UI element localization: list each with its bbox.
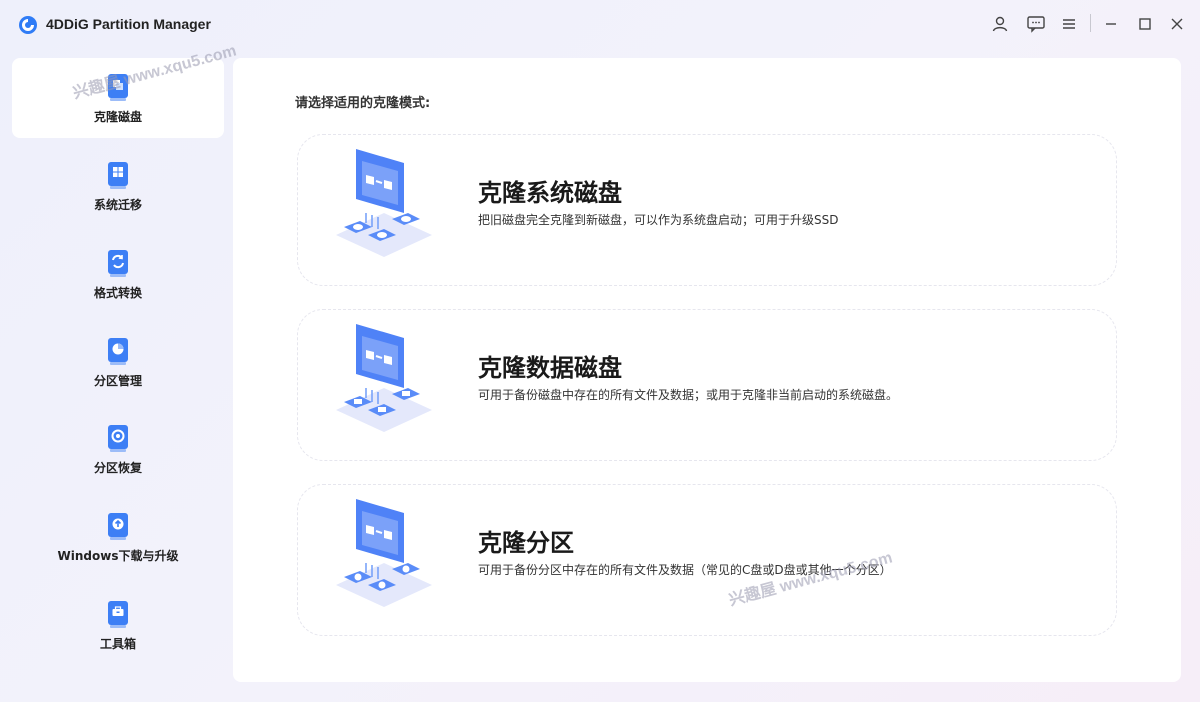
clone-mode-prompt: 请选择适用的克隆模式:: [295, 96, 431, 111]
card-title: 克隆分区: [478, 529, 574, 557]
card-description: 把旧磁盘完全克隆到新磁盘，可以作为系统盘启动；可用于升级SSD: [478, 213, 839, 227]
app-title: 4DDiG Partition Manager: [46, 16, 211, 32]
maximize-icon[interactable]: [1133, 12, 1157, 36]
sidebar-item-label: 系统迁移: [93, 198, 142, 212]
clone-system-disk-illustration-icon: [336, 149, 432, 257]
clone-system-disk-card[interactable]: 克隆系统磁盘 把旧磁盘完全克隆到新磁盘，可以作为系统盘启动；可用于升级SSD: [297, 134, 1117, 286]
sidebar-item-toolbox[interactable]: 工具箱: [12, 585, 224, 665]
card-title: 克隆系统磁盘: [478, 179, 622, 207]
system-migrate-icon: [108, 162, 128, 189]
sidebar-item-partition-manage[interactable]: 分区管理: [12, 322, 224, 402]
clone-partition-illustration-icon: [336, 499, 432, 607]
sidebar-item-partition-recover[interactable]: 分区恢复: [12, 409, 224, 489]
card-title: 克隆数据磁盘: [478, 354, 622, 382]
clone-data-disk-illustration-icon: [336, 324, 432, 432]
partition-manage-icon: [108, 338, 128, 365]
close-icon[interactable]: [1165, 12, 1189, 36]
clone-data-disk-card[interactable]: 克隆数据磁盘 可用于备份磁盘中存在的所有文件及数据；或用于克隆非当前启动的系统磁…: [297, 309, 1117, 461]
title-bar: 4DDiG Partition Manager: [0, 0, 1200, 48]
toolbox-icon: [108, 601, 128, 628]
sidebar-item-label: 分区管理: [93, 374, 142, 388]
sidebar-item-label: 工具箱: [99, 637, 136, 651]
minimize-icon[interactable]: [1099, 12, 1123, 36]
sidebar-item-label: 克隆磁盘: [93, 110, 142, 124]
sidebar-item-windows-download[interactable]: Windows下载与升级: [12, 497, 224, 577]
sidebar-item-system-migrate[interactable]: 系统迁移: [12, 146, 224, 226]
main-panel: 请选择适用的克隆模式: 克隆系统磁盘 把旧磁盘完全克隆到新磁盘，可以作为系统盘启…: [233, 58, 1181, 682]
menu-icon[interactable]: [1057, 12, 1081, 36]
account-icon[interactable]: [988, 12, 1012, 36]
windows-download-icon: [108, 513, 128, 540]
title-divider: [1090, 14, 1091, 32]
app-logo-icon: [19, 16, 37, 34]
sidebar-item-label: Windows下载与升级: [57, 549, 179, 563]
partition-recover-icon: [108, 425, 128, 452]
sidebar-item-format-convert[interactable]: 格式转换: [12, 234, 224, 314]
card-description: 可用于备份磁盘中存在的所有文件及数据；或用于克隆非当前启动的系统磁盘。: [478, 388, 899, 402]
sidebar-item-label: 格式转换: [93, 286, 142, 300]
sidebar: 克隆磁盘 系统迁移 格式转换 分区管理 分区恢复 Windows下载与升级 工具…: [0, 48, 232, 702]
clone-partition-card[interactable]: 克隆分区 可用于备份分区中存在的所有文件及数据（常见的C盘或D盘或其他一个分区）: [297, 484, 1117, 636]
feedback-icon[interactable]: [1024, 12, 1048, 36]
sidebar-item-label: 分区恢复: [93, 461, 142, 475]
format-convert-icon: [108, 250, 128, 277]
